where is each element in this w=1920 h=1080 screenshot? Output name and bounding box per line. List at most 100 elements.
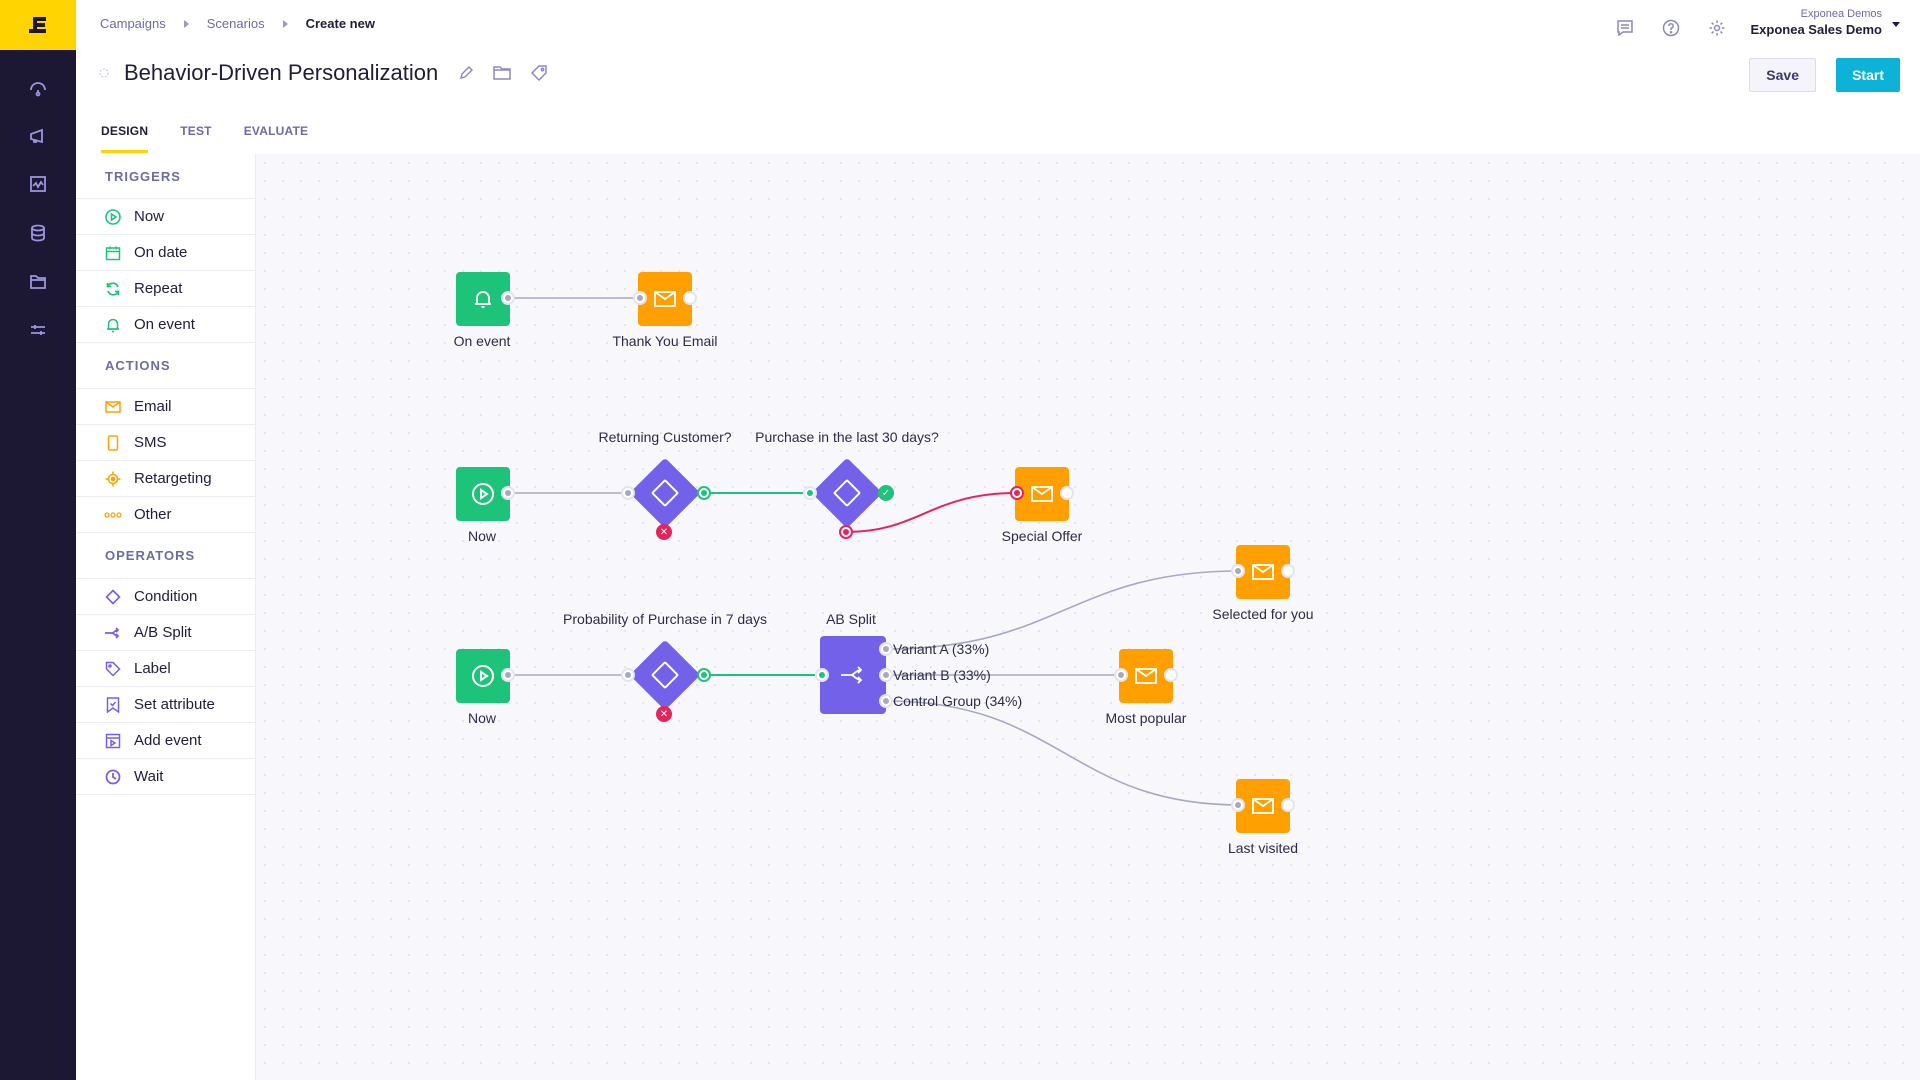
output-port[interactable] (501, 668, 515, 682)
output-port[interactable] (1281, 798, 1295, 812)
output-port[interactable] (501, 291, 515, 305)
palette-item-other[interactable]: Other (76, 497, 255, 533)
palette-item-email[interactable]: Email (76, 389, 255, 425)
palette-item-set-attribute[interactable]: Set attribute (76, 687, 255, 723)
input-port[interactable] (803, 486, 817, 500)
account-switcher[interactable]: Exponea Demos Exponea Sales Demo (1751, 8, 1883, 37)
title-row: Behavior-Driven Personalization (98, 60, 548, 86)
palette-item-repeat[interactable]: Repeat (76, 271, 255, 307)
palette-item-label[interactable]: Label (76, 651, 255, 687)
exponea-logo[interactable] (0, 0, 76, 50)
no-branch-icon[interactable]: ✕ (656, 706, 672, 722)
output-port[interactable] (1060, 486, 1074, 500)
yes-port[interactable] (697, 486, 711, 500)
folder-button[interactable] (492, 64, 512, 82)
output-port[interactable] (1164, 668, 1178, 682)
account-org: Exponea Demos (1800, 8, 1882, 20)
email-icon (1252, 798, 1274, 814)
palette-item-retargeting[interactable]: Retargeting (76, 461, 255, 497)
add-event-icon (105, 733, 121, 748)
bell-icon (107, 318, 119, 332)
rename-button[interactable] (458, 65, 474, 81)
pencil-icon (460, 66, 474, 79)
tag-icon (531, 65, 548, 82)
node-label: Thank You Email (612, 333, 718, 349)
tab-evaluate[interactable]: EVALUATE (244, 124, 309, 153)
breadcrumb-current: Create new (305, 16, 375, 31)
clock-icon (105, 769, 121, 784)
node-label: Returning Customer? (598, 429, 732, 445)
nav-campaigns[interactable] (0, 112, 76, 160)
tab-design[interactable]: DESIGN (101, 124, 149, 153)
nav-dashboard[interactable] (0, 64, 76, 112)
help-button[interactable] (1659, 16, 1683, 40)
palette-item-add-event[interactable]: Add event (76, 723, 255, 759)
breadcrumb-separator (183, 19, 189, 28)
node-ab-split[interactable] (820, 636, 886, 714)
nav-analyses[interactable] (0, 160, 76, 208)
chat-button[interactable] (1613, 16, 1637, 40)
input-port[interactable] (1231, 798, 1245, 812)
node-label: Most popular (1105, 710, 1187, 726)
palette-item-on-event[interactable]: On event (76, 307, 255, 343)
node-label: Special Offer (1001, 528, 1083, 544)
save-button[interactable]: Save (1749, 58, 1816, 92)
output-port[interactable] (501, 486, 515, 500)
section-actions: ACTIONS (76, 343, 255, 389)
palette-item-label: On event (134, 316, 195, 333)
chevron-down-icon[interactable] (1892, 22, 1900, 27)
input-port[interactable] (633, 291, 647, 305)
tag-button[interactable] (530, 64, 548, 82)
settings-button[interactable] (1705, 16, 1729, 40)
palette-item-label-text: Label (134, 660, 171, 677)
node-palette: TRIGGERS Now On date Repeat On event ACT… (76, 154, 256, 1080)
palette-item-label: Now (134, 208, 165, 225)
tabs: DESIGN TEST EVALUATE (101, 124, 340, 153)
palette-item-now[interactable]: Now (76, 199, 255, 235)
email-icon (1135, 668, 1157, 684)
start-button[interactable]: Start (1836, 58, 1900, 92)
nav-data[interactable] (0, 209, 76, 257)
play-icon (105, 208, 121, 225)
nav-settings[interactable] (0, 306, 76, 354)
target-icon (105, 471, 121, 486)
bookmark-check-icon (106, 696, 120, 713)
breadcrumb-campaigns[interactable]: Campaigns (100, 16, 166, 31)
repeat-icon (106, 281, 120, 296)
no-port[interactable] (839, 525, 853, 539)
palette-item-label: Retargeting (134, 470, 212, 487)
input-port[interactable] (1010, 486, 1024, 500)
variant-b-port[interactable] (879, 668, 893, 682)
palette-item-label: SMS (134, 434, 167, 451)
palette-item-label: Repeat (134, 280, 183, 297)
nav-assets[interactable] (0, 258, 76, 306)
yes-port[interactable] (697, 668, 711, 682)
palette-item-on-date[interactable]: On date (76, 235, 255, 271)
palette-item-wait[interactable]: Wait (76, 759, 255, 795)
output-port[interactable] (1281, 564, 1295, 578)
yes-branch-icon[interactable]: ✓ (878, 485, 894, 501)
palette-item-condition[interactable]: Condition (76, 579, 255, 615)
variant-b-label: Variant B (33%) (893, 667, 991, 683)
input-port[interactable] (1114, 668, 1128, 682)
node-label: Purchase in the last 30 days? (755, 429, 939, 445)
tab-test[interactable]: TEST (180, 124, 211, 153)
input-port[interactable] (621, 486, 635, 500)
no-branch-icon[interactable]: ✕ (656, 524, 672, 540)
variant-a-label: Variant A (33%) (893, 641, 990, 657)
input-port[interactable] (1231, 564, 1245, 578)
palette-item-sms[interactable]: SMS (76, 425, 255, 461)
page-title: Behavior-Driven Personalization (124, 60, 439, 85)
tag-icon (105, 661, 121, 677)
variant-a-port[interactable] (879, 642, 893, 656)
breadcrumb-scenarios[interactable]: Scenarios (207, 16, 265, 31)
palette-item-ab-split[interactable]: A/B Split (76, 615, 255, 651)
control-group-port[interactable] (879, 694, 893, 708)
output-port[interactable] (683, 291, 697, 305)
breadcrumb-separator (282, 19, 288, 28)
input-port[interactable] (621, 668, 635, 682)
play-icon (472, 665, 494, 687)
help-icon (1662, 19, 1679, 37)
split-icon (105, 626, 120, 639)
input-port[interactable] (815, 668, 829, 682)
